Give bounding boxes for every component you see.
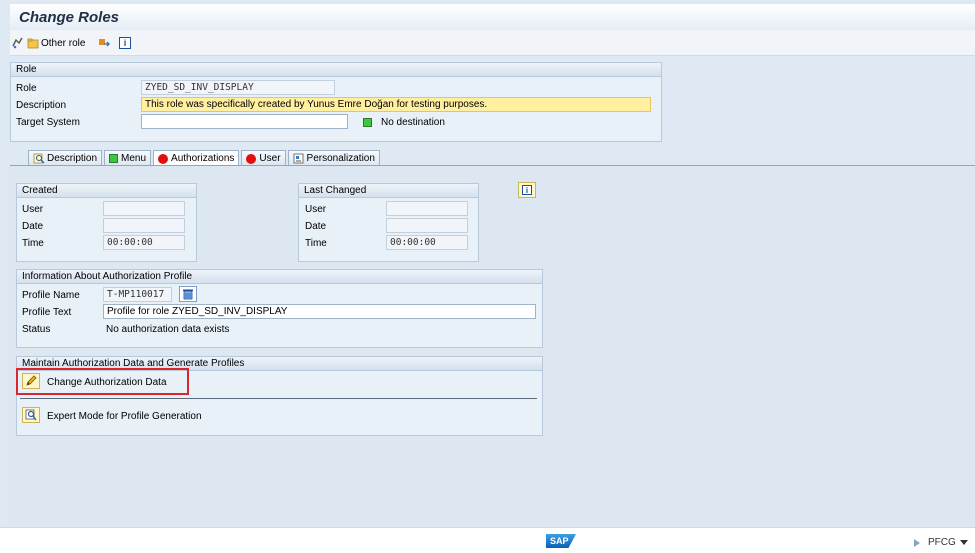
play-icon: [914, 538, 920, 547]
tab-personalization[interactable]: Personalization: [287, 150, 380, 166]
created-time-field[interactable]: 00:00:00: [103, 235, 185, 250]
status-value: No authorization data exists: [106, 324, 230, 335]
role-group-title: Role: [11, 63, 661, 77]
expert-mode-icon-button[interactable]: [22, 407, 40, 423]
sap-logo: SAP: [546, 534, 576, 548]
transaction-code: PFCG: [928, 537, 956, 548]
red-status-icon: [246, 153, 257, 164]
folder-icon: [27, 38, 39, 49]
profile-text-label: Profile Text: [22, 307, 72, 318]
status-label: Status: [22, 324, 51, 335]
search-doc-icon: [25, 409, 37, 421]
transaction-indicator[interactable]: PFCG: [914, 537, 968, 548]
change-auth-icon-button[interactable]: [22, 373, 40, 389]
changed-date-label: Date: [305, 221, 327, 232]
info-button[interactable]: i: [119, 36, 131, 50]
display-change-button[interactable]: [12, 36, 26, 50]
changed-time-field[interactable]: 00:00:00: [386, 235, 468, 250]
created-time-label: Time: [22, 238, 44, 249]
tab-user[interactable]: User: [241, 150, 286, 166]
target-system-label: Target System: [16, 117, 80, 128]
other-role-button[interactable]: Other role: [27, 36, 85, 50]
last-changed-group-title: Last Changed: [299, 184, 478, 198]
trash-icon: [183, 289, 193, 300]
created-date-field[interactable]: [103, 218, 185, 233]
profile-text-input[interactable]: Profile for role ZYED_SD_INV_DISPLAY: [103, 304, 536, 319]
tab-menu[interactable]: Menu: [104, 150, 152, 166]
changed-date-field[interactable]: [386, 218, 468, 233]
green-status-icon: [363, 118, 372, 127]
created-user-label: User: [22, 204, 44, 215]
pencil-icon: [26, 375, 37, 386]
target-system-input[interactable]: [141, 114, 348, 129]
chevron-down-icon: [959, 540, 968, 545]
delete-profile-button[interactable]: [179, 286, 197, 302]
other-role-label: Other role: [41, 37, 86, 49]
tab-authorizations[interactable]: Authorizations: [153, 150, 240, 166]
destination-status: No destination: [363, 117, 445, 128]
change-authorization-data-button[interactable]: Change Authorization Data: [47, 377, 167, 388]
destination-status-text: No destination: [381, 117, 445, 128]
transport-icon: [99, 39, 110, 47]
profile-name-label: Profile Name: [22, 290, 80, 301]
status-bar: SAP PFCG: [0, 527, 975, 553]
description-label: Description: [16, 100, 67, 111]
profile-name-field[interactable]: T-MP110017: [103, 287, 172, 302]
created-date-label: Date: [22, 221, 44, 232]
role-field[interactable]: ZYED_SD_INV_DISPLAY: [141, 80, 335, 95]
transport-button[interactable]: [98, 36, 112, 50]
role-label: Role: [16, 83, 37, 94]
info-icon: i: [522, 185, 532, 195]
separator-line: [20, 398, 537, 399]
search-doc-icon: [33, 153, 45, 164]
description-field[interactable]: This role was specifically created by Yu…: [141, 97, 651, 112]
tab-description[interactable]: Description: [28, 150, 103, 166]
changed-user-label: User: [305, 204, 327, 215]
red-status-icon: [158, 153, 169, 164]
green-status-icon: [109, 154, 119, 163]
personalization-icon: [293, 153, 303, 164]
expert-mode-button[interactable]: Expert Mode for Profile Generation: [47, 411, 202, 422]
profile-info-group-title: Information About Authorization Profile: [17, 270, 542, 284]
changed-time-label: Time: [305, 238, 327, 249]
changed-user-field[interactable]: [386, 201, 468, 216]
info-button[interactable]: i: [518, 182, 536, 198]
created-group-title: Created: [17, 184, 196, 198]
info-icon: i: [119, 37, 131, 49]
page-title: Change Roles: [19, 9, 120, 26]
created-user-field[interactable]: [103, 201, 185, 216]
application-toolbar: Other role i: [10, 30, 975, 56]
title-bar: Change Roles: [10, 4, 975, 30]
tab-strip: Description Menu Authorizations User Per…: [10, 150, 382, 166]
display-change-icon: [12, 37, 23, 49]
